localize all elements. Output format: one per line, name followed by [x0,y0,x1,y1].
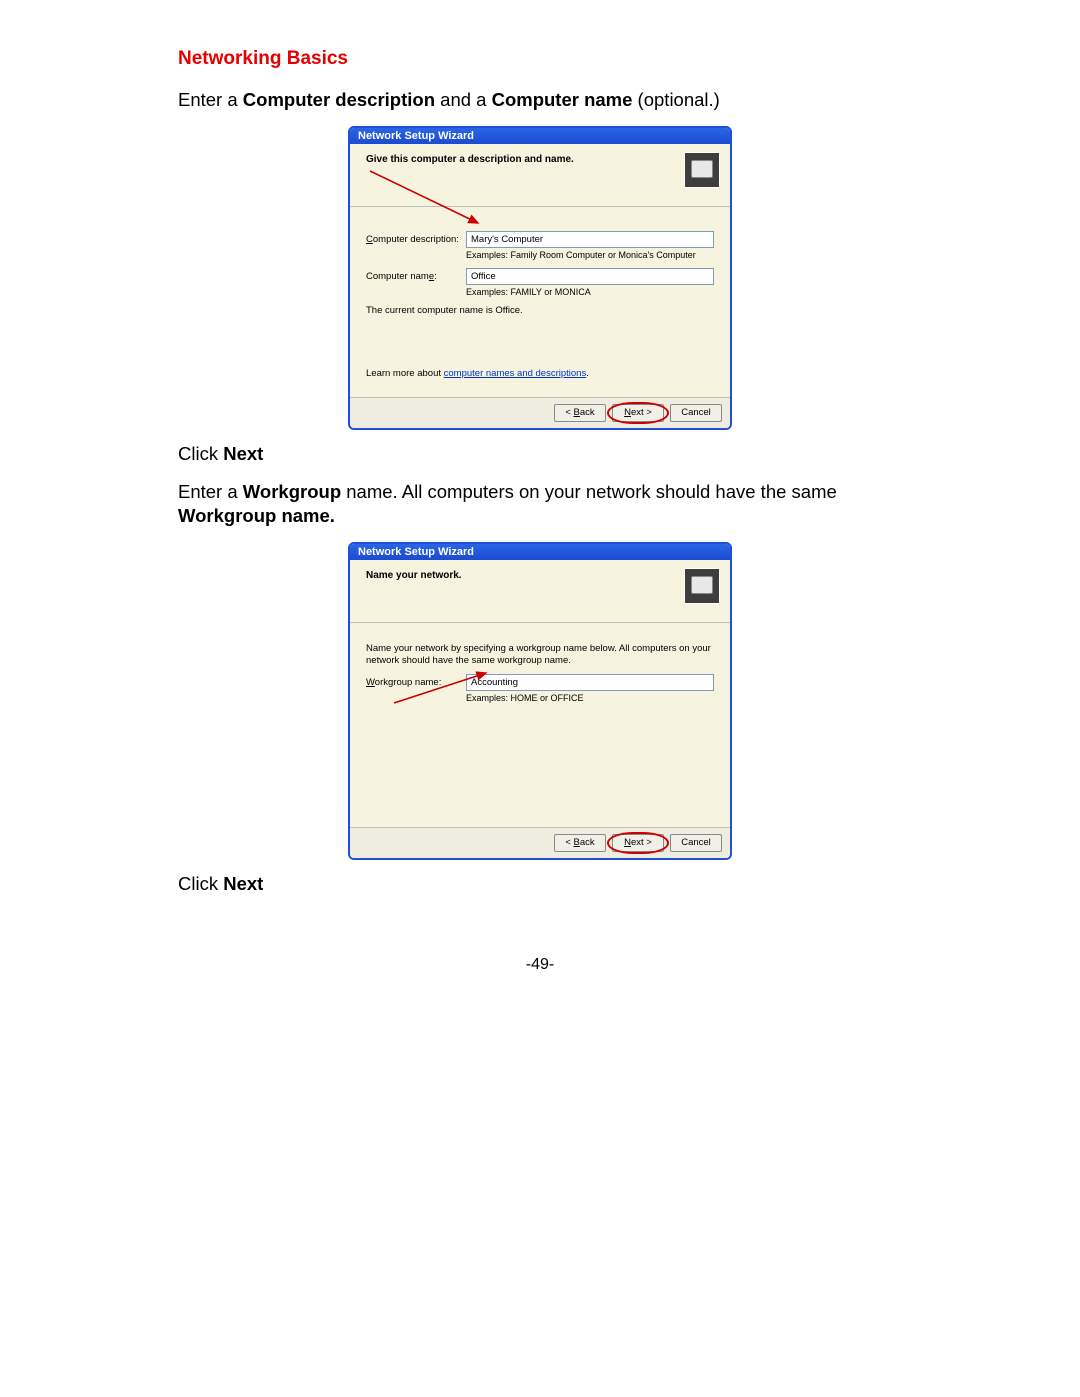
back-button[interactable]: < Back [554,834,606,852]
t: name. All computers on your network shou… [341,481,837,502]
desc-row: Computer description: [366,231,714,248]
t: ext > [631,407,652,418]
computer-name-input[interactable] [466,268,714,285]
workgroup-label: Workgroup name: [366,677,466,688]
back-button[interactable]: < Back [554,404,606,422]
current-name-note: The current computer name is Office. [366,305,714,316]
learn-more: Learn more about computer names and desc… [366,368,714,379]
b: Next [223,873,263,894]
desc-example: Examples: Family Room Computer or Monica… [466,250,714,260]
computer-icon [684,568,720,604]
text: and a [435,89,492,110]
name-row: Computer name: [366,268,714,285]
section-title: Networking Basics [178,48,902,70]
text: Enter a [178,89,243,110]
t: The current computer name is [366,305,495,316]
wizard-heading: Name your network. [366,568,684,581]
page-number: -49- [178,956,902,974]
network-setup-wizard-1: Network Setup Wizard Give this computer … [348,126,732,430]
learn-more-link[interactable]: computer names and descriptions [444,368,587,379]
wizard-footer: < Back Next > Cancel [350,827,730,858]
name-label: Computer name: [366,271,466,282]
t: Click [178,443,223,464]
text-bold: Computer description [243,89,435,110]
next-button[interactable]: Next > [612,834,664,852]
workgroup-name-input[interactable] [466,674,714,691]
text: (optional.) [632,89,719,110]
t: . [586,368,589,379]
instruction-2: Enter a Workgroup name. All computers on… [178,480,902,528]
cancel-button[interactable]: Cancel [670,834,722,852]
wizard-heading: Give this computer a description and nam… [366,152,684,165]
t: Office. [495,305,522,316]
b: Workgroup [243,481,341,502]
t: Enter a [178,481,243,502]
wizard-footer: < Back Next > Cancel [350,397,730,428]
u: N [624,407,631,418]
text-bold: Computer name [492,89,633,110]
computer-description-input[interactable] [466,231,714,248]
t: < [565,837,573,848]
click-next-1: Click Next [178,442,902,466]
t: < [565,407,573,418]
name-example: Examples: FAMILY or MONICA [466,287,714,297]
u: C [366,234,373,245]
network-setup-wizard-2: Network Setup Wizard Name your network. … [348,542,732,860]
t: ack [580,837,595,848]
wizard-body: Computer description: Examples: Family R… [350,207,730,397]
t: Learn more about [366,368,444,379]
t: Click [178,873,223,894]
cancel-button[interactable]: Cancel [670,404,722,422]
b: Next [223,443,263,464]
t: ext > [631,837,652,848]
u: W [366,677,375,688]
window-title: Network Setup Wizard [350,544,730,560]
wizard-header: Name your network. [350,560,730,623]
workgroup-row: Workgroup name: [366,674,714,691]
b: Workgroup name. [178,505,335,526]
next-button[interactable]: Next > [612,404,664,422]
instruction-1: Enter a Computer description and a Compu… [178,88,902,112]
click-next-2: Click Next [178,872,902,896]
t: : [434,271,437,282]
window-title: Network Setup Wizard [350,128,730,144]
t: orkgroup name: [375,677,442,688]
t: Computer nam [366,271,429,282]
desc-label: Computer description: [366,234,466,245]
wizard-body: Name your network by specifying a workgr… [350,623,730,827]
t: ack [580,407,595,418]
t: omputer description: [373,234,459,245]
wizard-header: Give this computer a description and nam… [350,144,730,207]
intro-text: Name your network by specifying a workgr… [366,643,714,666]
u: N [624,837,631,848]
computer-icon [684,152,720,188]
workgroup-example: Examples: HOME or OFFICE [466,693,714,703]
